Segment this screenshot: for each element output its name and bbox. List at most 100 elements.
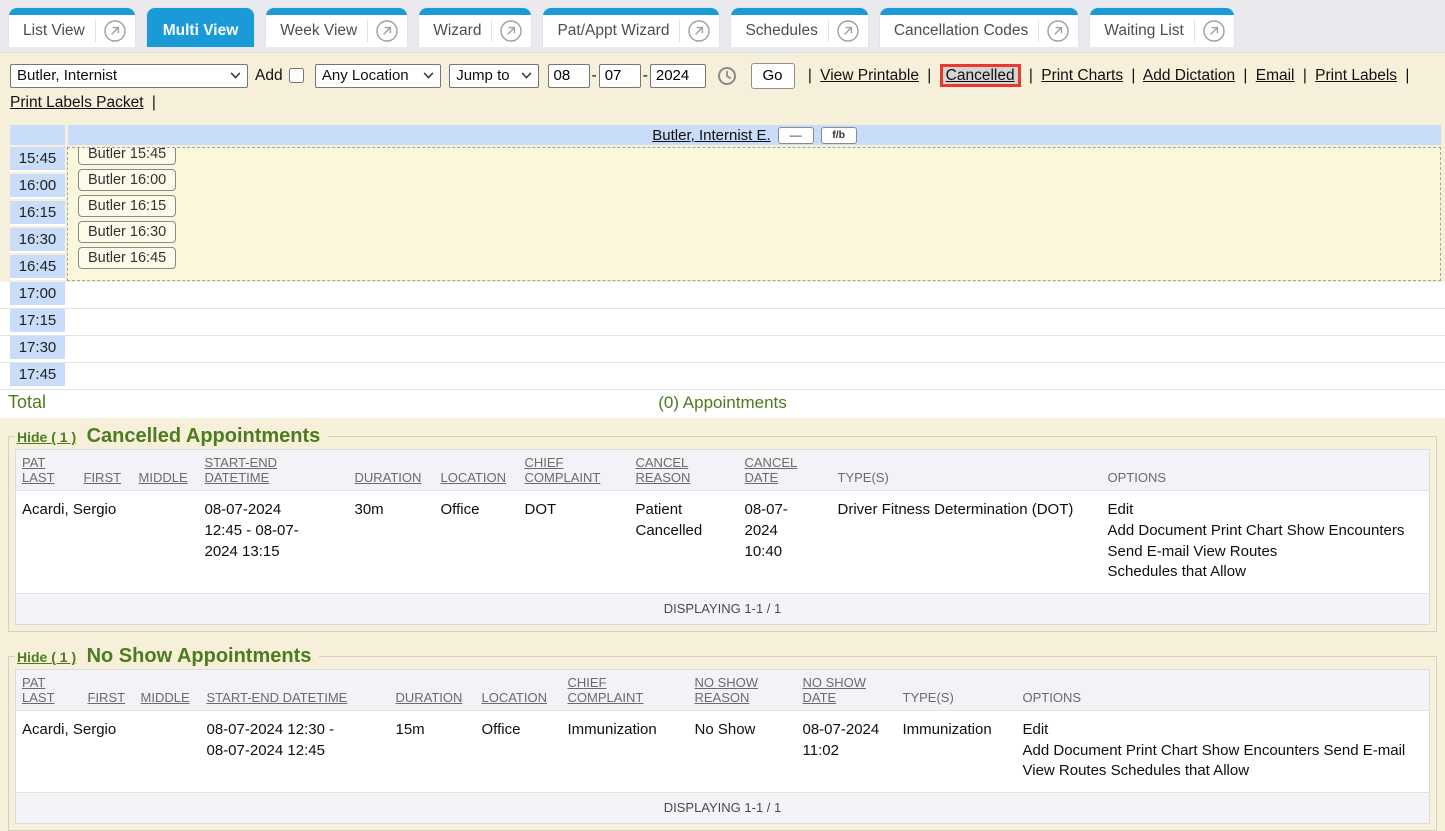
provider-select[interactable]: Butler, Internist — [10, 64, 248, 88]
time-row: 17:00 — [0, 282, 1445, 309]
view-printable-link[interactable]: View Printable — [820, 67, 919, 84]
open-new-window-icon[interactable] — [1202, 19, 1226, 43]
send-email-link[interactable]: Send E-mail — [1108, 543, 1190, 560]
cancelled-link[interactable]: Cancelled — [940, 64, 1021, 87]
total-appointments-count: (0) Appointments — [0, 393, 1445, 413]
schedules-that-allow-link[interactable]: Schedules that Allow — [1111, 762, 1249, 779]
add-document-link[interactable]: Add Document — [1108, 522, 1207, 539]
time-label: 17:45 — [10, 363, 65, 388]
show-encounters-link[interactable]: Show Encounters — [1287, 522, 1405, 539]
tab-pat-appt-wizard[interactable]: Pat/Appt Wizard — [542, 7, 720, 47]
tab-schedules[interactable]: Schedules — [730, 7, 868, 47]
column-header-no-show-date[interactable]: NO SHOW DATE — [803, 675, 867, 705]
tab-accent-bar — [9, 8, 135, 15]
column-header-cancel-date[interactable]: CANCEL DATE — [745, 455, 798, 485]
tab-list-view[interactable]: List View — [8, 7, 136, 47]
column-header-cancel-reason[interactable]: CANCEL REASON — [636, 455, 691, 485]
date-separator: - — [592, 67, 597, 84]
time-label: 16:15 — [10, 201, 65, 226]
column-header-middle[interactable]: MIDDLE — [139, 470, 188, 485]
slot-button-1615[interactable]: Butler 16:15 — [78, 195, 176, 217]
column-header-chief-complaint[interactable]: CHIEF COMPLAINT — [568, 675, 644, 705]
open-new-window-icon[interactable] — [836, 19, 860, 43]
link-separator: | — [152, 94, 156, 111]
link-separator: | — [927, 67, 931, 84]
tab-week-view[interactable]: Week View — [265, 7, 408, 47]
slot-button-1545[interactable]: Butler 15:45 — [78, 147, 176, 165]
tab-waiting-list[interactable]: Waiting List — [1089, 7, 1235, 47]
column-header-first[interactable]: FIRST — [84, 470, 122, 485]
no-show-section-title: No Show Appointments — [87, 645, 312, 667]
schedules-that-allow-link[interactable]: Schedules that Allow — [1108, 563, 1246, 580]
go-button[interactable]: Go — [751, 63, 795, 89]
add-document-link[interactable]: Add Document — [1023, 742, 1122, 759]
tab-divider — [828, 20, 829, 42]
hide-no-show-link[interactable]: Hide ( 1 ) — [17, 649, 76, 665]
edit-link[interactable]: Edit — [1108, 501, 1134, 518]
column-header-start-end[interactable]: START-END DATETIME — [205, 455, 277, 485]
column-header-types: TYPE(S) — [838, 470, 889, 485]
time-label: 17:00 — [10, 282, 65, 307]
date-day-input[interactable] — [599, 64, 641, 88]
print-charts-link[interactable]: Print Charts — [1041, 67, 1123, 84]
column-header-no-show-reason[interactable]: NO SHOW REASON — [695, 675, 759, 705]
chief-complaint-cell: Immunization — [562, 711, 689, 793]
column-header-start-end[interactable]: START-END DATETIME — [207, 690, 348, 705]
clock-icon[interactable] — [717, 66, 737, 86]
location-select[interactable]: Any Location — [315, 64, 441, 88]
time-label: 16:30 — [10, 228, 65, 253]
print-labels-packet-link[interactable]: Print Labels Packet — [10, 94, 144, 111]
open-new-window-icon[interactable] — [1046, 19, 1070, 43]
column-header-pat-last[interactable]: PAT LAST — [22, 675, 55, 705]
email-link[interactable]: Email — [1256, 67, 1295, 84]
tab-label: Week View — [280, 22, 357, 40]
tab-accent-bar — [731, 8, 867, 15]
slot-button-1645[interactable]: Butler 16:45 — [78, 247, 176, 269]
time-label: 16:45 — [10, 255, 65, 280]
table-footer-row: DISPLAYING 1-1 / 1 — [16, 793, 1430, 824]
view-routes-link[interactable]: View Routes — [1193, 543, 1277, 560]
jump-to-select[interactable]: Jump to — [449, 64, 539, 88]
column-header-first[interactable]: FIRST — [88, 690, 126, 705]
time-label: 17:30 — [10, 336, 65, 361]
add-label: Add — [255, 67, 283, 84]
add-checkbox[interactable] — [289, 68, 304, 83]
column-header-chief-complaint[interactable]: CHIEF COMPLAINT — [525, 455, 601, 485]
column-header-options: OPTIONS — [1108, 470, 1167, 485]
provider-header-link[interactable]: Butler, Internist E. — [652, 127, 770, 144]
show-encounters-link[interactable]: Show Encounters — [1202, 742, 1320, 759]
no-show-appointments-section: Hide ( 1 ) No Show Appointments PAT LAST… — [8, 645, 1437, 831]
open-new-window-icon[interactable] — [375, 19, 399, 43]
print-chart-link[interactable]: Print Chart — [1211, 522, 1283, 539]
edit-link[interactable]: Edit — [1023, 721, 1049, 738]
print-labels-link[interactable]: Print Labels — [1315, 67, 1397, 84]
open-new-window-icon[interactable] — [687, 19, 711, 43]
no-show-appointments-table: PAT LAST FIRST MIDDLE START-END DATETIME… — [15, 669, 1430, 824]
date-year-input[interactable] — [650, 64, 706, 88]
tab-label: Multi View — [163, 22, 239, 40]
date-month-input[interactable] — [548, 64, 590, 88]
view-routes-link[interactable]: View Routes — [1023, 762, 1107, 779]
add-dictation-link[interactable]: Add Dictation — [1143, 67, 1235, 84]
print-chart-link[interactable]: Print Chart — [1126, 742, 1198, 759]
column-header-middle[interactable]: MIDDLE — [141, 690, 190, 705]
tab-wizard[interactable]: Wizard — [418, 7, 532, 47]
column-header-pat-last[interactable]: PAT LAST — [22, 455, 55, 485]
column-header-location[interactable]: LOCATION — [441, 470, 507, 485]
slot-button-1600[interactable]: Butler 16:00 — [78, 169, 176, 191]
slot-button-1630[interactable]: Butler 16:30 — [78, 221, 176, 243]
tab-cancellation-codes[interactable]: Cancellation Codes — [879, 7, 1079, 47]
column-header-location[interactable]: LOCATION — [482, 690, 548, 705]
send-email-link[interactable]: Send E-mail — [1324, 742, 1406, 759]
duration-cell: 30m — [349, 491, 435, 594]
column-header-duration[interactable]: DURATION — [396, 690, 463, 705]
hide-cancelled-link[interactable]: Hide ( 1 ) — [17, 429, 76, 445]
open-new-window-icon[interactable] — [103, 19, 127, 43]
tab-accent-bar — [419, 8, 531, 15]
tab-multi-view[interactable]: Multi View — [146, 7, 256, 47]
collapse-column-button[interactable]: — — [778, 127, 814, 144]
open-new-window-icon[interactable] — [499, 19, 523, 43]
column-header-duration[interactable]: DURATION — [355, 470, 422, 485]
fb-button[interactable]: f/b — [821, 127, 857, 144]
time-label: 15:45 — [10, 147, 65, 172]
